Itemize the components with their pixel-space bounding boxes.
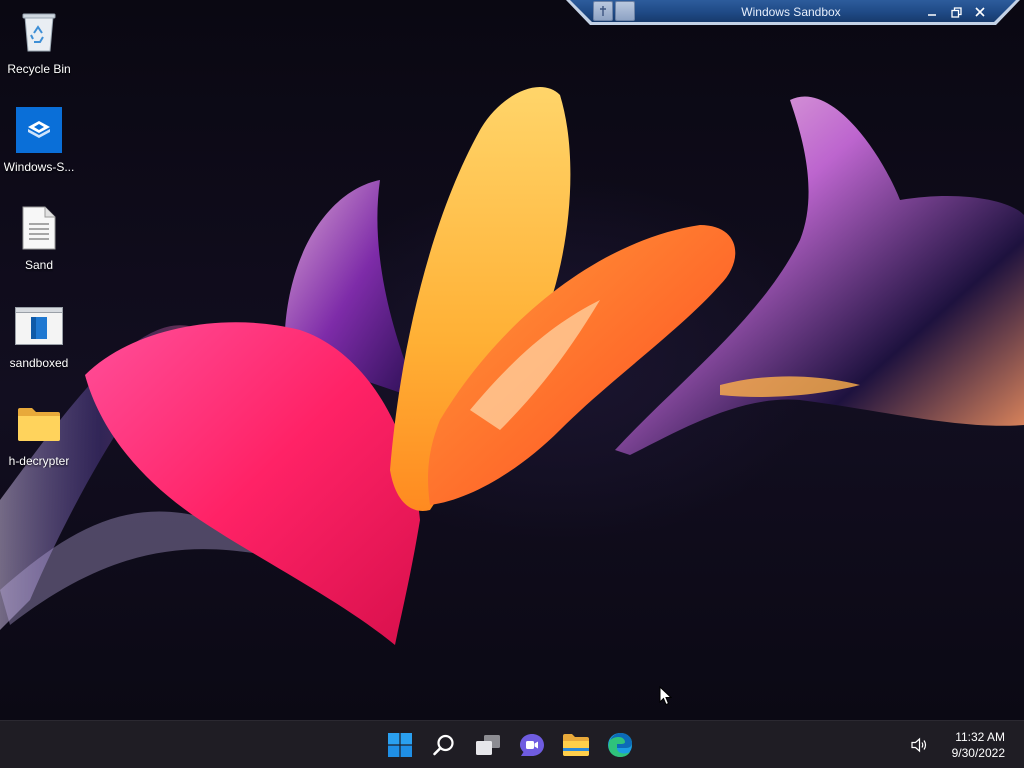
search-button[interactable]: [424, 725, 464, 765]
desktop-icon-windows-sandbox[interactable]: Windows-S...: [0, 102, 78, 200]
volume-button[interactable]: [904, 725, 936, 765]
windows-sandbox-icon: [15, 106, 63, 154]
system-tray: 11:32 AM 9/30/2022: [904, 721, 1024, 768]
window-controls: [922, 3, 990, 21]
chat-button[interactable]: [512, 725, 552, 765]
desktop-icon-label: sandboxed: [9, 356, 69, 370]
window-app-icon: [15, 302, 63, 350]
clock-date: 9/30/2022: [951, 746, 1005, 760]
taskbar-pinned-apps: [380, 721, 640, 768]
desktop-icon-grid: Recycle Bin Windows-S... Sand sandboxed …: [0, 4, 78, 494]
desktop-wallpaper: [0, 0, 1024, 720]
minimize-icon[interactable]: [922, 3, 942, 21]
task-view-button[interactable]: [468, 725, 508, 765]
text-file-icon: [15, 204, 63, 252]
desktop-icon-sandboxed[interactable]: sandboxed: [0, 298, 78, 396]
desktop-icon-label: Recycle Bin: [7, 62, 71, 76]
restore-icon[interactable]: [946, 3, 966, 21]
start-button[interactable]: [380, 725, 420, 765]
clock-time: 11:32 AM: [955, 730, 1005, 744]
folder-icon: [15, 400, 63, 448]
desktop-icon-label: Sand: [24, 258, 54, 272]
title-bar-pin-group: [593, 1, 635, 21]
mouse-cursor-icon: [659, 686, 672, 706]
desktop-icon-label: h-decrypter: [8, 454, 70, 468]
pin-icon[interactable]: [593, 1, 613, 21]
clock-button[interactable]: 11:32 AM 9/30/2022: [944, 729, 1024, 761]
desktop-icon-sand[interactable]: Sand: [0, 200, 78, 298]
task-view-icon: [476, 735, 500, 755]
desktop-icon-label: Windows-S...: [3, 160, 75, 174]
sandbox-title-bar[interactable]: Windows Sandbox: [566, 0, 1020, 26]
desktop-icon-recycle-bin[interactable]: Recycle Bin: [0, 4, 78, 102]
file-explorer-button[interactable]: [556, 725, 596, 765]
close-icon[interactable]: [970, 3, 990, 21]
windows-logo-icon: [388, 733, 412, 757]
chat-icon: [520, 734, 544, 756]
desktop-icon-h-decrypter[interactable]: h-decrypter: [0, 396, 78, 494]
speaker-icon: [911, 737, 927, 753]
window-title: Windows Sandbox: [741, 5, 841, 19]
taskbar: 11:32 AM 9/30/2022: [0, 720, 1024, 768]
edge-button[interactable]: [600, 725, 640, 765]
folder-icon: [563, 734, 589, 756]
window-icon[interactable]: [615, 1, 635, 21]
bloom-wallpaper-art: [0, 87, 1024, 645]
search-icon: [433, 734, 454, 756]
edge-icon: [608, 733, 632, 757]
recycle-bin-icon: [15, 8, 63, 56]
